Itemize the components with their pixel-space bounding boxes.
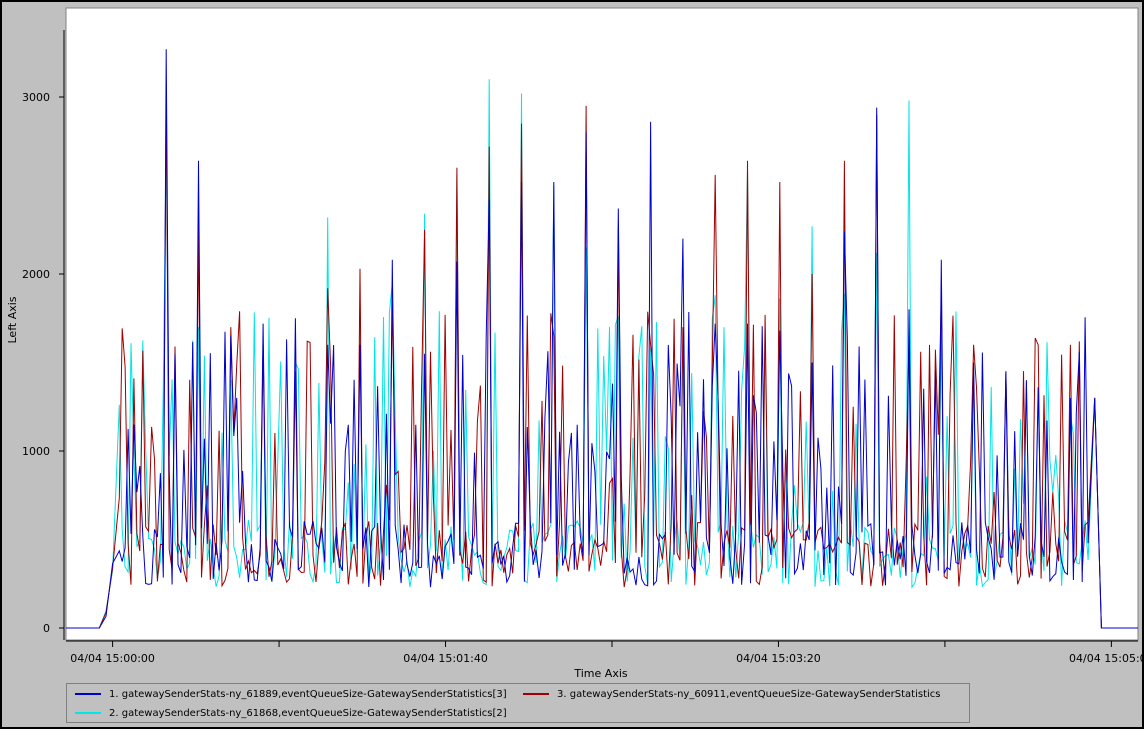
x-tick-label-0: 04/04 15:00:00: [70, 652, 155, 665]
x-axis-title: Time Axis: [573, 667, 628, 680]
x-tick-label-2: 04/04 15:03:20: [736, 652, 821, 665]
y-tick-label-3: 3000: [22, 91, 50, 104]
x-axis-ticks: 04/04 15:00:00 04/04 15:01:40 04/04 15:03:…: [70, 641, 1144, 665]
y-tick-label-0: 0: [43, 622, 50, 635]
y-axis-ticks: 0 1000 2000 3000: [22, 91, 64, 635]
legend-label-1: 1. gatewaySenderStats-ny_61889,eventQueu…: [109, 688, 507, 700]
y-tick-label-2: 2000: [22, 268, 50, 281]
y-tick-label-1: 1000: [22, 445, 50, 458]
legend-swatch-3: [523, 693, 549, 695]
legend-swatch-1: [75, 693, 101, 695]
chart: 0 1000 2000 3000 04/04 15:00:00 04/04 15:01:…: [6, 7, 1144, 680]
legend-swatch-2: [75, 712, 101, 714]
x-tick-label-1: 04/04 15:01:40: [403, 652, 488, 665]
x-tick-label-3: 04/04 15:05:00: [1069, 652, 1144, 665]
legend-label-2: 2. gatewaySenderStats-ny_61868,eventQueu…: [109, 707, 507, 719]
legend: 1. gatewaySenderStats-ny_61889,eventQueu…: [66, 683, 970, 723]
legend-item-2[interactable]: 2. gatewaySenderStats-ny_61868,eventQueu…: [75, 706, 507, 720]
y-axis-title: Left Axis: [6, 296, 19, 343]
legend-item-3[interactable]: 3. gatewaySenderStats-ny_60911,eventQueu…: [523, 687, 941, 701]
legend-label-3: 3. gatewaySenderStats-ny_60911,eventQueu…: [557, 688, 941, 700]
legend-item-1[interactable]: 1. gatewaySenderStats-ny_61889,eventQueu…: [75, 687, 507, 701]
